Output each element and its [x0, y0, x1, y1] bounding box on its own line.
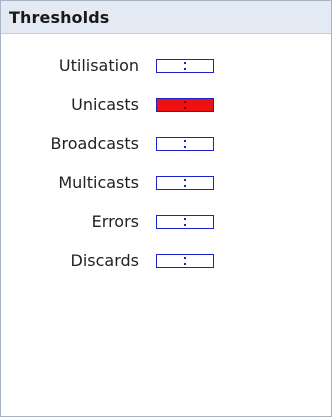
swatch-marker-bottom [184, 107, 186, 109]
swatch-marker-bottom [184, 68, 186, 70]
threshold-toggle-multicasts[interactable] [156, 176, 214, 190]
threshold-row-discards: Discards [1, 251, 331, 290]
threshold-row-multicasts: Multicasts [1, 173, 331, 212]
swatch-marker-top [184, 218, 186, 220]
swatch-marker-top [184, 62, 186, 64]
threshold-row-errors: Errors [1, 212, 331, 251]
threshold-toggle-errors[interactable] [156, 215, 214, 229]
swatch-marker-top [184, 140, 186, 142]
panel-header: Thresholds [1, 1, 331, 34]
threshold-label: Unicasts [71, 95, 139, 114]
swatch-marker-bottom [184, 185, 186, 187]
swatch-marker-bottom [184, 224, 186, 226]
threshold-label: Errors [91, 212, 139, 231]
swatch-marker-top [184, 101, 186, 103]
threshold-toggle-unicasts[interactable] [156, 98, 214, 112]
threshold-row-unicasts: Unicasts [1, 95, 331, 134]
threshold-label: Discards [70, 251, 140, 270]
swatch-marker-bottom [184, 263, 186, 265]
swatch-marker-top [184, 257, 186, 259]
threshold-list: Utilisation Unicasts Broadcasts Multicas… [1, 56, 331, 290]
threshold-row-utilisation: Utilisation [1, 56, 331, 95]
thresholds-panel: Thresholds Utilisation Unicasts Broadcas… [0, 0, 332, 417]
swatch-marker-top [184, 179, 186, 181]
threshold-row-broadcasts: Broadcasts [1, 134, 331, 173]
threshold-label: Multicasts [58, 173, 139, 192]
threshold-toggle-discards[interactable] [156, 254, 214, 268]
swatch-marker-bottom [184, 146, 186, 148]
panel-title: Thresholds [9, 7, 110, 27]
threshold-label: Utilisation [58, 56, 139, 75]
threshold-toggle-broadcasts[interactable] [156, 137, 214, 151]
threshold-label: Broadcasts [50, 134, 140, 153]
threshold-toggle-utilisation[interactable] [156, 59, 214, 73]
